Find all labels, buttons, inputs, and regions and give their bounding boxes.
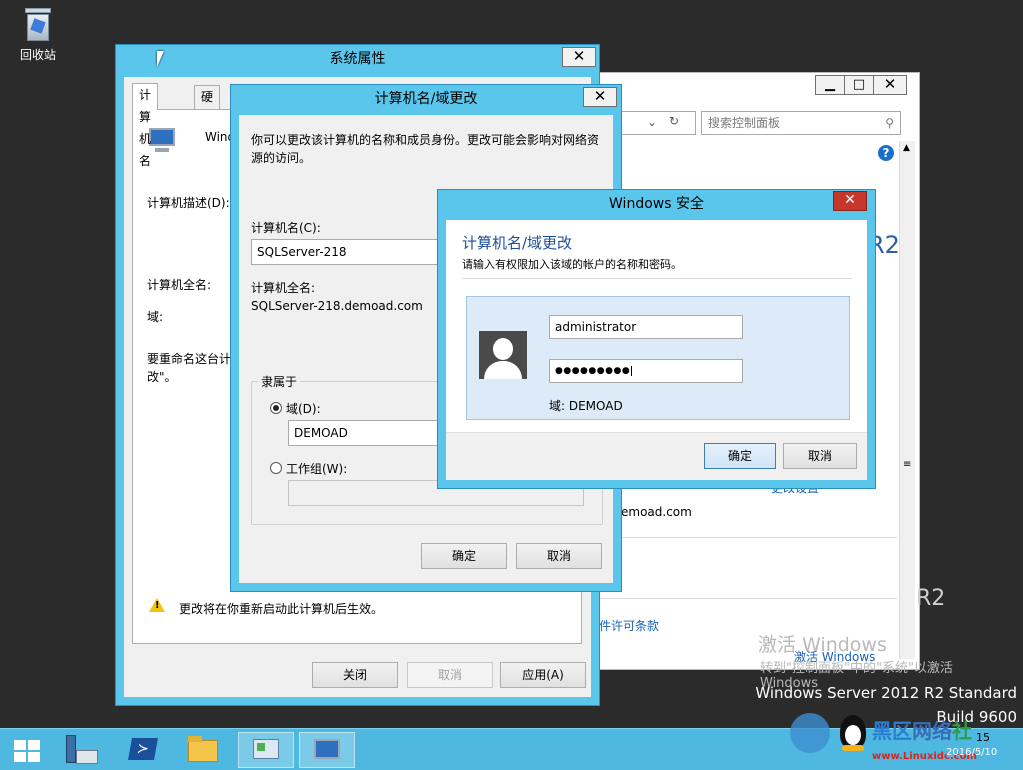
linux-penguin-logo [790,711,870,769]
close-dialog-button[interactable]: 关闭 [312,662,398,688]
username-input[interactable]: administrator [549,315,743,339]
license-link[interactable]: 件许可条款 [599,617,659,634]
tab-computer-name[interactable]: 计算机名 [132,83,159,168]
file-explorer-icon[interactable] [184,732,240,768]
security-domain-text: 域: DEMOAD [549,399,623,413]
password-input[interactable]: ●●●●●●●●● [549,359,743,383]
cancel-button[interactable]: 取消 [407,662,493,688]
help-icon[interactable]: ? [878,145,894,161]
refresh-icon[interactable]: ↻ [669,114,679,128]
close-button[interactable]: ✕ [562,47,596,67]
ok-button[interactable]: 确定 [421,543,507,569]
recycle-bin-shortcut[interactable]: 回收站 [10,6,66,63]
minimize-button[interactable]: ▁ [815,75,845,95]
powershell-icon[interactable]: ≻ [124,732,180,768]
search-icon: ⚲ [885,116,894,130]
rename-text-cont: 改"。 [147,370,177,384]
cancel-button[interactable]: 取消 [783,443,857,469]
domain-label: 域: [147,310,164,324]
windows-security-dialog[interactable]: Windows 安全 ✕ 计算机名/域更改 请输入有权限加入该域的帐户的名称和密… [437,189,876,489]
full-name-label: 计算机全名: [251,281,316,295]
full-name-value: SQLServer-218.demoad.com [251,299,423,313]
security-footer: 确定 取消 [446,432,867,480]
start-button[interactable] [4,732,60,768]
domain-input[interactable]: DEMOAD [288,420,448,446]
computer-icon [147,128,177,152]
windows-security-title: Windows 安全 [609,196,704,212]
close-button[interactable]: ✕ [833,191,867,211]
activation-instruction: 转到"控制面板"中的"系统"以激活 [760,661,953,676]
os-edition-text: Windows Server 2012 R2 Standard [755,684,1017,702]
taskbar: ≻ 黑区网络社 www.Linuxidc.com 15 2016/5/10 [0,713,1023,770]
search-placeholder: 搜索控制面板 [708,116,781,130]
maximize-button[interactable]: □ [844,75,874,95]
domain-radio-label: 域(D): [286,402,321,416]
cancel-button[interactable]: 取消 [516,543,602,569]
date-text[interactable]: 2016/5/10 [946,747,997,758]
workgroup-radio[interactable] [270,462,282,474]
scroll-thumb-grip[interactable]: ≡ [903,459,911,470]
domain-partial-text: emoad.com [621,505,692,519]
os-r2-text: R2 [916,586,946,611]
domain-radio[interactable] [270,402,282,414]
mouse-cursor-icon [157,51,169,67]
system-properties-title: 系统属性 [329,51,386,67]
intro-text: 你可以更改该计算机的名称和成员身份。更改可能会影响对网络资 [251,133,600,147]
server-manager-icon[interactable] [62,732,118,768]
windows-security-client: 计算机名/域更改 请输入有权限加入该域的帐户的名称和密码。 administra… [446,220,867,480]
computer-name-input[interactable]: SQLServer-218 [251,239,441,265]
close-button[interactable]: ✕ [583,87,617,107]
chevron-down-icon[interactable]: ⌄ [647,115,657,129]
clock-text[interactable]: 15 [976,731,990,744]
brand-watermark: 黑区网络社 [872,719,972,743]
apply-button[interactable]: 应用(A) [500,662,586,688]
intro-text-cont: 源的访问。 [251,151,312,165]
workgroup-radio-label: 工作组(W): [286,462,348,476]
rename-text: 要重命名这台计 [147,352,232,366]
search-input[interactable]: 搜索控制面板 ⚲ [701,111,901,135]
tab-hardware[interactable]: 硬件 [194,85,221,126]
computer-name-label: 计算机名(C): [251,221,321,235]
control-panel-taskbar-icon[interactable] [238,732,294,768]
full-computer-name-label: 计算机全名: [147,278,212,292]
recycle-bin-icon [23,6,53,42]
computer-description-label: 计算机描述(D): [147,196,230,210]
scrollbar[interactable]: ▲ ≡ [899,141,915,659]
restart-warning-text: 更改将在你重新启动此计算机后生效。 [179,602,384,616]
member-of-label: 隶属于 [258,373,301,390]
security-subheading: 请输入有权限加入该域的帐户的名称和密码。 [462,258,682,271]
system-properties-taskbar-icon[interactable] [299,732,355,768]
close-button[interactable]: ✕ [873,75,907,95]
scroll-up-icon[interactable]: ▲ [903,143,910,153]
user-avatar-icon [479,331,527,379]
credential-panel: administrator ●●●●●●●●● 域: DEMOAD [466,296,850,420]
security-heading: 计算机名/域更改 [462,234,573,252]
name-change-title: 计算机名/域更改 [374,91,478,107]
recycle-bin-label: 回收站 [19,48,56,62]
ok-button[interactable]: 确定 [704,443,776,469]
